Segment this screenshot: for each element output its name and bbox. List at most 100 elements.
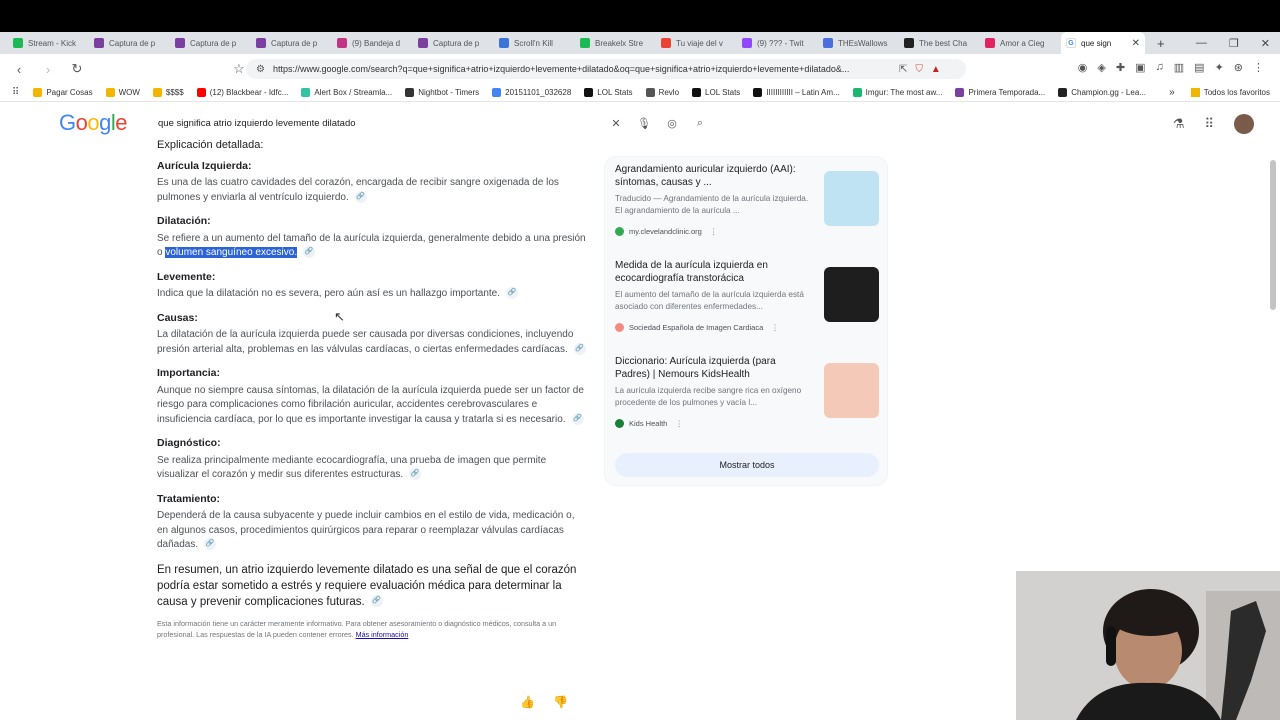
browser-tab-active[interactable]: Gque sign ✕ — [1061, 32, 1145, 54]
link-icon[interactable]: 🔗 — [573, 342, 586, 355]
card-source[interactable]: Kids Health ⋮ — [615, 419, 683, 428]
source-card[interactable]: Diccionario: Aurícula izquierda (para Pa… — [615, 355, 879, 435]
bookmark-item[interactable]: WOW — [105, 88, 140, 97]
search-box[interactable]: que significa atrio izquierdo levemente … — [146, 110, 714, 136]
search-input[interactable]: que significa atrio izquierdo levemente … — [158, 118, 602, 129]
browser-tab[interactable]: Captura de p — [251, 32, 332, 54]
back-icon[interactable]: ‹ — [9, 62, 29, 77]
music-icon[interactable]: ♫ — [1156, 61, 1164, 74]
forward-icon[interactable]: › — [38, 62, 58, 77]
link-icon[interactable]: 🔗 — [204, 538, 217, 551]
labs-icon[interactable]: ⚗ — [1173, 116, 1185, 132]
show-all-button[interactable]: Mostrar todos — [615, 453, 879, 477]
extension-icon[interactable]: ◉ — [1078, 61, 1088, 74]
bookmark-item[interactable]: Champion.gg - Lea... — [1058, 88, 1146, 97]
apps-icon[interactable]: ⠿ — [12, 87, 19, 98]
warning-icon[interactable]: ▲ — [931, 64, 941, 75]
avatar[interactable] — [1234, 114, 1254, 134]
browser-tab[interactable]: Tu viaje del v — [656, 32, 737, 54]
bookmark-item[interactable]: Nightbot - Timers — [405, 88, 479, 97]
card-thumbnail[interactable] — [824, 267, 879, 322]
section-title: Tratamiento: — [157, 492, 221, 505]
minimize-button[interactable]: — — [1196, 37, 1207, 49]
more-options-icon[interactable]: ⋮ — [675, 419, 683, 428]
more-info-link[interactable]: Más información — [356, 630, 409, 639]
highlighted-text[interactable]: volumen sanguíneo excesivo. — [165, 247, 298, 258]
reload-icon[interactable]: ↻ — [67, 61, 87, 77]
extension-icon[interactable]: ✦ — [1215, 61, 1224, 74]
bookmark-label: LOL Stats — [597, 88, 633, 97]
browser-tab[interactable]: Stream - Kick — [8, 32, 89, 54]
close-tab-icon[interactable]: ✕ — [1132, 38, 1140, 49]
browser-tab[interactable]: Amor a Cieg — [980, 32, 1061, 54]
window-top-bar — [0, 0, 1280, 32]
browser-tab[interactable]: Captura de p — [413, 32, 494, 54]
puzzle-icon[interactable]: ✚ — [1116, 61, 1125, 74]
clear-icon[interactable]: ✕ — [602, 117, 630, 130]
microphone-icon[interactable]: 🎙 — [630, 117, 658, 130]
bookmark-item[interactable]: 20151101_032628 — [492, 88, 571, 97]
google-apps-icon[interactable]: ⠿ — [1204, 116, 1214, 132]
sidebar-icon[interactable]: ▥ — [1174, 61, 1184, 74]
close-window-button[interactable]: ✕ — [1261, 37, 1270, 50]
all-bookmarks-link[interactable]: Todos los favoritos — [1204, 88, 1270, 97]
bookmark-item[interactable]: Primera Temporada... — [955, 88, 1045, 97]
extension-icon[interactable]: ⊛ — [1234, 61, 1243, 74]
link-icon[interactable]: 🔗 — [303, 246, 316, 259]
browser-tab[interactable]: (9) Bandeja d — [332, 32, 413, 54]
bookmark-item[interactable]: Imgur: The most aw... — [852, 88, 942, 97]
link-icon[interactable]: 🔗 — [506, 287, 518, 300]
browser-tab[interactable]: (9) ??? - Twit — [737, 32, 818, 54]
bookmark-item[interactable]: IIIIIIIIIIII – Latin Am... — [753, 88, 840, 97]
bookmark-item[interactable]: $$$$ — [152, 88, 184, 97]
menu-icon[interactable]: ⋮ — [1253, 61, 1264, 74]
browser-tab[interactable]: THEsWallows — [818, 32, 899, 54]
card-source[interactable]: Sociedad Española de Imagen Cardiaca ⋮ — [615, 323, 779, 332]
link-icon[interactable]: 🔗 — [354, 190, 367, 203]
more-options-icon[interactable]: ⋮ — [710, 227, 718, 236]
section-title: Causas: — [157, 311, 198, 324]
lens-icon[interactable]: ◎ — [658, 117, 686, 130]
bookmark-item[interactable]: (12) Blackbear - Idfc... — [196, 88, 288, 97]
google-logo[interactable]: Google — [59, 110, 128, 136]
tab-favicon-icon — [985, 38, 995, 48]
bookmark-item[interactable]: Alert Box / Streamla... — [301, 88, 392, 97]
link-icon[interactable]: 🔗 — [571, 412, 584, 425]
card-thumbnail[interactable] — [824, 363, 879, 418]
thumbs-down-icon[interactable]: 👎 — [553, 695, 568, 709]
browser-tab[interactable]: The best Cha — [899, 32, 980, 54]
browser-tab[interactable]: Captura de p — [170, 32, 251, 54]
bookmark-item[interactable]: Pagar Cosas — [33, 88, 93, 97]
url-text[interactable]: https://www.google.com/search?q=que+sign… — [273, 64, 893, 74]
answer-heading: Explicación detallada: — [157, 139, 264, 151]
source-card[interactable]: Agrandamiento auricular izquierdo (AAI):… — [615, 163, 879, 243]
extension-icon[interactable]: ▣ — [1135, 61, 1145, 74]
card-thumbnail[interactable] — [824, 171, 879, 226]
new-tab-button[interactable]: + — [1157, 36, 1165, 51]
browser-tab[interactable]: Breakelx Stre — [575, 32, 656, 54]
card-title[interactable]: Medida de la aurícula izquierda en ecoca… — [615, 259, 813, 285]
search-icon[interactable]: ⌕ — [686, 117, 714, 130]
bookmark-item[interactable]: LOL Stats — [584, 88, 633, 97]
source-card[interactable]: Medida de la aurícula izquierda en ecoca… — [615, 259, 879, 339]
share-icon[interactable]: ⇱ — [899, 64, 907, 75]
omnibox[interactable]: ⚙ https://www.google.com/search?q=que+si… — [246, 59, 966, 79]
bookmark-item[interactable]: LOL Stats — [692, 88, 740, 97]
extension-icon[interactable]: ▤ — [1194, 61, 1204, 74]
maximize-button[interactable]: ❐ — [1229, 37, 1239, 50]
more-bookmarks-icon[interactable]: » — [1169, 87, 1175, 98]
card-title[interactable]: Agrandamiento auricular izquierdo (AAI):… — [615, 163, 813, 189]
more-options-icon[interactable]: ⋮ — [771, 323, 779, 332]
card-source[interactable]: my.clevelandclinic.org ⋮ — [615, 227, 717, 236]
extension-icon[interactable]: ◈ — [1097, 61, 1105, 74]
site-info-icon[interactable]: ⚙ — [256, 64, 265, 75]
card-title[interactable]: Diccionario: Aurícula izquierda (para Pa… — [615, 355, 813, 381]
thumbs-up-icon[interactable]: 👍 — [520, 695, 535, 709]
shield-icon[interactable]: ⛉ — [915, 64, 923, 75]
link-icon[interactable]: 🔗 — [370, 595, 383, 608]
browser-tab[interactable]: Captura de p — [89, 32, 170, 54]
link-icon[interactable]: 🔗 — [409, 468, 422, 481]
scrollbar[interactable] — [1270, 160, 1276, 310]
browser-tab[interactable]: Scroll'n Kill — [494, 32, 575, 54]
bookmark-item[interactable]: Revlo — [645, 88, 679, 97]
